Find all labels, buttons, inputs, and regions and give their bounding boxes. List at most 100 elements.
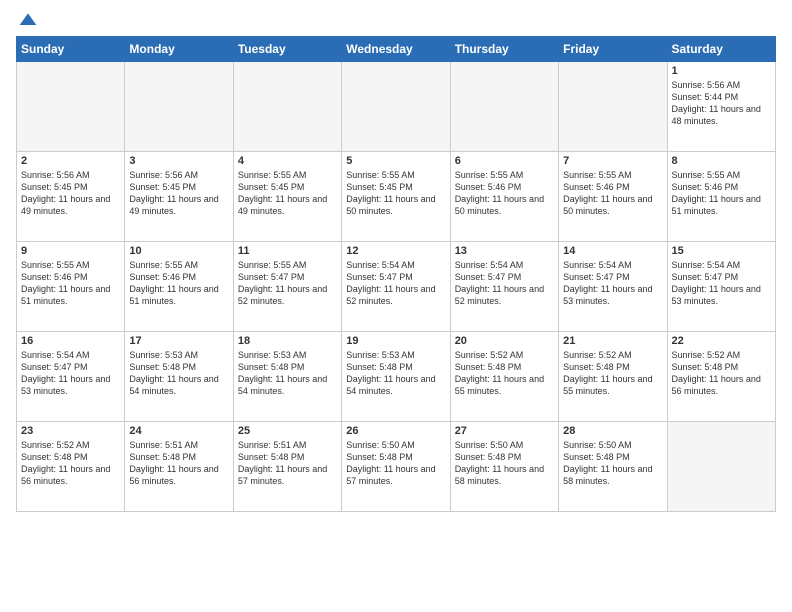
day-number: 14 <box>563 245 662 257</box>
day-number: 28 <box>563 425 662 437</box>
day-info: Sunrise: 5:56 AM Sunset: 5:45 PM Dayligh… <box>21 169 120 218</box>
day-number: 19 <box>346 335 445 347</box>
calendar-cell-1-0: 2 Sunrise: 5:56 AM Sunset: 5:45 PM Daylig… <box>17 152 125 242</box>
logo-icon <box>18 10 38 30</box>
calendar-cell-4-4: 27 Sunrise: 5:50 AM Sunset: 5:48 PM Dayli… <box>450 422 558 512</box>
day-number: 8 <box>672 155 771 167</box>
day-number: 10 <box>129 245 228 257</box>
day-info: Sunrise: 5:50 AM Sunset: 5:48 PM Dayligh… <box>346 439 445 488</box>
day-info: Sunrise: 5:52 AM Sunset: 5:48 PM Dayligh… <box>672 349 771 398</box>
calendar-cell-3-2: 18 Sunrise: 5:53 AM Sunset: 5:48 PM Dayli… <box>233 332 341 422</box>
day-info: Sunrise: 5:54 AM Sunset: 5:47 PM Dayligh… <box>563 259 662 308</box>
weekday-header-monday: Monday <box>125 37 233 62</box>
calendar-cell-1-1: 3 Sunrise: 5:56 AM Sunset: 5:45 PM Daylig… <box>125 152 233 242</box>
day-info: Sunrise: 5:55 AM Sunset: 5:46 PM Dayligh… <box>563 169 662 218</box>
day-info: Sunrise: 5:54 AM Sunset: 5:47 PM Dayligh… <box>21 349 120 398</box>
calendar-cell-4-2: 25 Sunrise: 5:51 AM Sunset: 5:48 PM Dayli… <box>233 422 341 512</box>
day-info: Sunrise: 5:52 AM Sunset: 5:48 PM Dayligh… <box>21 439 120 488</box>
calendar-cell-4-6 <box>667 422 775 512</box>
calendar-cell-0-0 <box>17 62 125 152</box>
calendar-week-4: 23 Sunrise: 5:52 AM Sunset: 5:48 PM Dayli… <box>17 422 776 512</box>
calendar-cell-4-3: 26 Sunrise: 5:50 AM Sunset: 5:48 PM Dayli… <box>342 422 450 512</box>
day-info: Sunrise: 5:55 AM Sunset: 5:46 PM Dayligh… <box>129 259 228 308</box>
day-info: Sunrise: 5:55 AM Sunset: 5:46 PM Dayligh… <box>21 259 120 308</box>
calendar-cell-1-4: 6 Sunrise: 5:55 AM Sunset: 5:46 PM Daylig… <box>450 152 558 242</box>
day-number: 1 <box>672 65 771 77</box>
weekday-header-wednesday: Wednesday <box>342 37 450 62</box>
calendar-cell-3-6: 22 Sunrise: 5:52 AM Sunset: 5:48 PM Dayli… <box>667 332 775 422</box>
day-info: Sunrise: 5:55 AM Sunset: 5:45 PM Dayligh… <box>238 169 337 218</box>
day-info: Sunrise: 5:53 AM Sunset: 5:48 PM Dayligh… <box>238 349 337 398</box>
day-number: 20 <box>455 335 554 347</box>
calendar-cell-1-3: 5 Sunrise: 5:55 AM Sunset: 5:45 PM Daylig… <box>342 152 450 242</box>
day-info: Sunrise: 5:55 AM Sunset: 5:45 PM Dayligh… <box>346 169 445 218</box>
day-number: 5 <box>346 155 445 167</box>
day-number: 6 <box>455 155 554 167</box>
day-info: Sunrise: 5:50 AM Sunset: 5:48 PM Dayligh… <box>455 439 554 488</box>
calendar-table: SundayMondayTuesdayWednesdayThursdayFrid… <box>16 36 776 512</box>
day-info: Sunrise: 5:51 AM Sunset: 5:48 PM Dayligh… <box>238 439 337 488</box>
calendar-cell-1-6: 8 Sunrise: 5:55 AM Sunset: 5:46 PM Daylig… <box>667 152 775 242</box>
weekday-header-thursday: Thursday <box>450 37 558 62</box>
day-number: 4 <box>238 155 337 167</box>
day-info: Sunrise: 5:52 AM Sunset: 5:48 PM Dayligh… <box>455 349 554 398</box>
day-number: 25 <box>238 425 337 437</box>
calendar-cell-3-5: 21 Sunrise: 5:52 AM Sunset: 5:48 PM Dayli… <box>559 332 667 422</box>
weekday-header-tuesday: Tuesday <box>233 37 341 62</box>
calendar-cell-2-0: 9Sunrise: 5:55 AM Sunset: 5:46 PM Daylig… <box>17 242 125 332</box>
calendar-week-1: 2 Sunrise: 5:56 AM Sunset: 5:45 PM Daylig… <box>17 152 776 242</box>
day-number: 27 <box>455 425 554 437</box>
day-info: Sunrise: 5:55 AM Sunset: 5:46 PM Dayligh… <box>455 169 554 218</box>
day-info: Sunrise: 5:55 AM Sunset: 5:47 PM Dayligh… <box>238 259 337 308</box>
day-info: Sunrise: 5:54 AM Sunset: 5:47 PM Dayligh… <box>455 259 554 308</box>
day-number: 23 <box>21 425 120 437</box>
day-info: Sunrise: 5:53 AM Sunset: 5:48 PM Dayligh… <box>129 349 228 398</box>
calendar-cell-2-5: 14 Sunrise: 5:54 AM Sunset: 5:47 PM Dayli… <box>559 242 667 332</box>
day-number: 7 <box>563 155 662 167</box>
calendar-cell-4-0: 23 Sunrise: 5:52 AM Sunset: 5:48 PM Dayli… <box>17 422 125 512</box>
weekday-header-row: SundayMondayTuesdayWednesdayThursdayFrid… <box>17 37 776 62</box>
calendar-cell-2-3: 12Sunrise: 5:54 AM Sunset: 5:47 PM Dayli… <box>342 242 450 332</box>
calendar-cell-3-4: 20 Sunrise: 5:52 AM Sunset: 5:48 PM Dayli… <box>450 332 558 422</box>
calendar-cell-3-1: 17 Sunrise: 5:53 AM Sunset: 5:48 PM Dayli… <box>125 332 233 422</box>
day-info: Sunrise: 5:53 AM Sunset: 5:48 PM Dayligh… <box>346 349 445 398</box>
page: SundayMondayTuesdayWednesdayThursdayFrid… <box>0 0 792 612</box>
calendar-cell-2-2: 11 Sunrise: 5:55 AM Sunset: 5:47 PM Dayli… <box>233 242 341 332</box>
day-info: Sunrise: 5:55 AM Sunset: 5:46 PM Dayligh… <box>672 169 771 218</box>
calendar-cell-2-4: 13Sunrise: 5:54 AM Sunset: 5:47 PM Dayli… <box>450 242 558 332</box>
calendar-cell-0-5 <box>559 62 667 152</box>
calendar-cell-3-0: 16 Sunrise: 5:54 AM Sunset: 5:47 PM Dayli… <box>17 332 125 422</box>
day-number: 17 <box>129 335 228 347</box>
calendar-week-2: 9Sunrise: 5:55 AM Sunset: 5:46 PM Daylig… <box>17 242 776 332</box>
day-number: 3 <box>129 155 228 167</box>
day-number: 22 <box>672 335 771 347</box>
day-info: Sunrise: 5:54 AM Sunset: 5:47 PM Dayligh… <box>672 259 771 308</box>
calendar-cell-0-2 <box>233 62 341 152</box>
calendar-cell-4-5: 28Sunrise: 5:50 AM Sunset: 5:48 PM Dayli… <box>559 422 667 512</box>
calendar-cell-3-3: 19 Sunrise: 5:53 AM Sunset: 5:48 PM Dayli… <box>342 332 450 422</box>
weekday-header-friday: Friday <box>559 37 667 62</box>
weekday-header-saturday: Saturday <box>667 37 775 62</box>
calendar-week-3: 16 Sunrise: 5:54 AM Sunset: 5:47 PM Dayli… <box>17 332 776 422</box>
header <box>16 10 776 30</box>
day-number: 12 <box>346 245 445 257</box>
day-number: 16 <box>21 335 120 347</box>
calendar-cell-1-2: 4 Sunrise: 5:55 AM Sunset: 5:45 PM Daylig… <box>233 152 341 242</box>
calendar-cell-2-1: 10 Sunrise: 5:55 AM Sunset: 5:46 PM Dayli… <box>125 242 233 332</box>
day-number: 21 <box>563 335 662 347</box>
day-info: Sunrise: 5:56 AM Sunset: 5:44 PM Dayligh… <box>672 79 771 128</box>
weekday-header-sunday: Sunday <box>17 37 125 62</box>
calendar-cell-1-5: 7 Sunrise: 5:55 AM Sunset: 5:46 PM Daylig… <box>559 152 667 242</box>
day-number: 15 <box>672 245 771 257</box>
calendar-cell-4-1: 24Sunrise: 5:51 AM Sunset: 5:48 PM Dayli… <box>125 422 233 512</box>
logo <box>16 10 38 30</box>
calendar-cell-0-4 <box>450 62 558 152</box>
day-info: Sunrise: 5:56 AM Sunset: 5:45 PM Dayligh… <box>129 169 228 218</box>
day-number: 26 <box>346 425 445 437</box>
calendar-cell-0-6: 1 Sunrise: 5:56 AM Sunset: 5:44 PM Daylig… <box>667 62 775 152</box>
day-number: 18 <box>238 335 337 347</box>
day-number: 11 <box>238 245 337 257</box>
calendar-cell-0-1 <box>125 62 233 152</box>
day-number: 2 <box>21 155 120 167</box>
day-info: Sunrise: 5:52 AM Sunset: 5:48 PM Dayligh… <box>563 349 662 398</box>
